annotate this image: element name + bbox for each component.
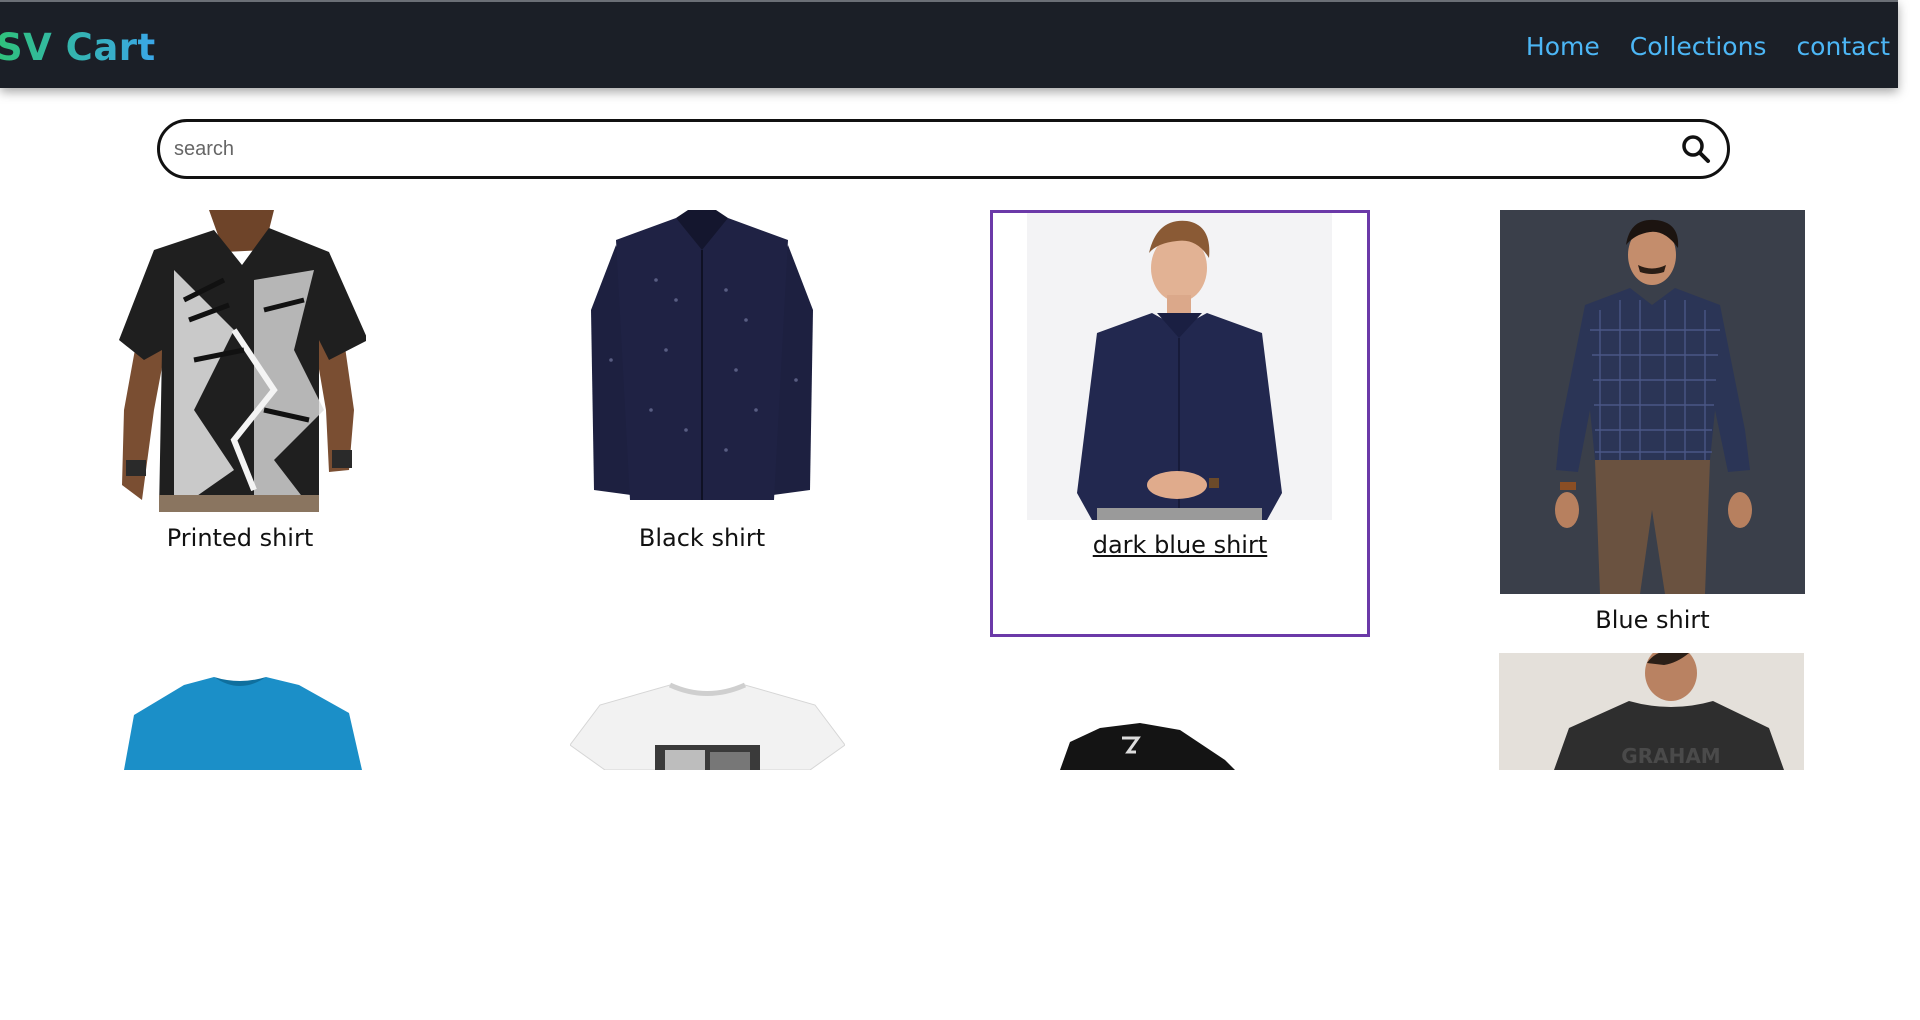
product-image[interactable]: GRAHAM: [1499, 653, 1804, 770]
product-name[interactable]: dark blue shirt: [993, 531, 1367, 559]
product-card-printed-shirt[interactable]: Printed shirt: [114, 210, 366, 570]
product-card-black-shirt[interactable]: Black shirt: [576, 210, 828, 570]
shirt-print: GRAHAM: [1621, 744, 1720, 768]
product-image[interactable]: [1500, 210, 1805, 594]
nav-link-home[interactable]: Home: [1526, 32, 1600, 61]
product-card-row2-4[interactable]: GRAHAM: [1499, 653, 1804, 770]
nav-links: Home Collections contact: [1526, 32, 1890, 61]
search-bar: [157, 119, 1730, 179]
brand-logo[interactable]: SV Cart: [0, 26, 156, 69]
product-card-row2-2[interactable]: [570, 670, 845, 770]
product-name[interactable]: Blue shirt: [1500, 606, 1805, 634]
nav-link-collections[interactable]: Collections: [1630, 32, 1767, 61]
product-name[interactable]: Printed shirt: [114, 524, 366, 552]
product-image[interactable]: [1027, 213, 1332, 520]
product-image[interactable]: [576, 210, 828, 512]
product-image[interactable]: [570, 670, 845, 770]
search-input[interactable]: [174, 122, 1624, 176]
product-image[interactable]: [114, 210, 366, 512]
product-card-dark-blue-shirt[interactable]: dark blue shirt: [990, 210, 1370, 637]
product-card-row2-3[interactable]: [1060, 720, 1240, 770]
product-card-blue-shirt[interactable]: Blue shirt: [1500, 210, 1805, 650]
product-image[interactable]: [114, 655, 366, 770]
product-image[interactable]: [1060, 720, 1240, 770]
navbar: SV Cart Home Collections contact: [0, 0, 1898, 88]
nav-link-contact[interactable]: contact: [1796, 32, 1890, 61]
search-icon[interactable]: [1681, 134, 1711, 164]
product-name[interactable]: Black shirt: [576, 524, 828, 552]
product-card-row2-1[interactable]: [114, 655, 366, 770]
